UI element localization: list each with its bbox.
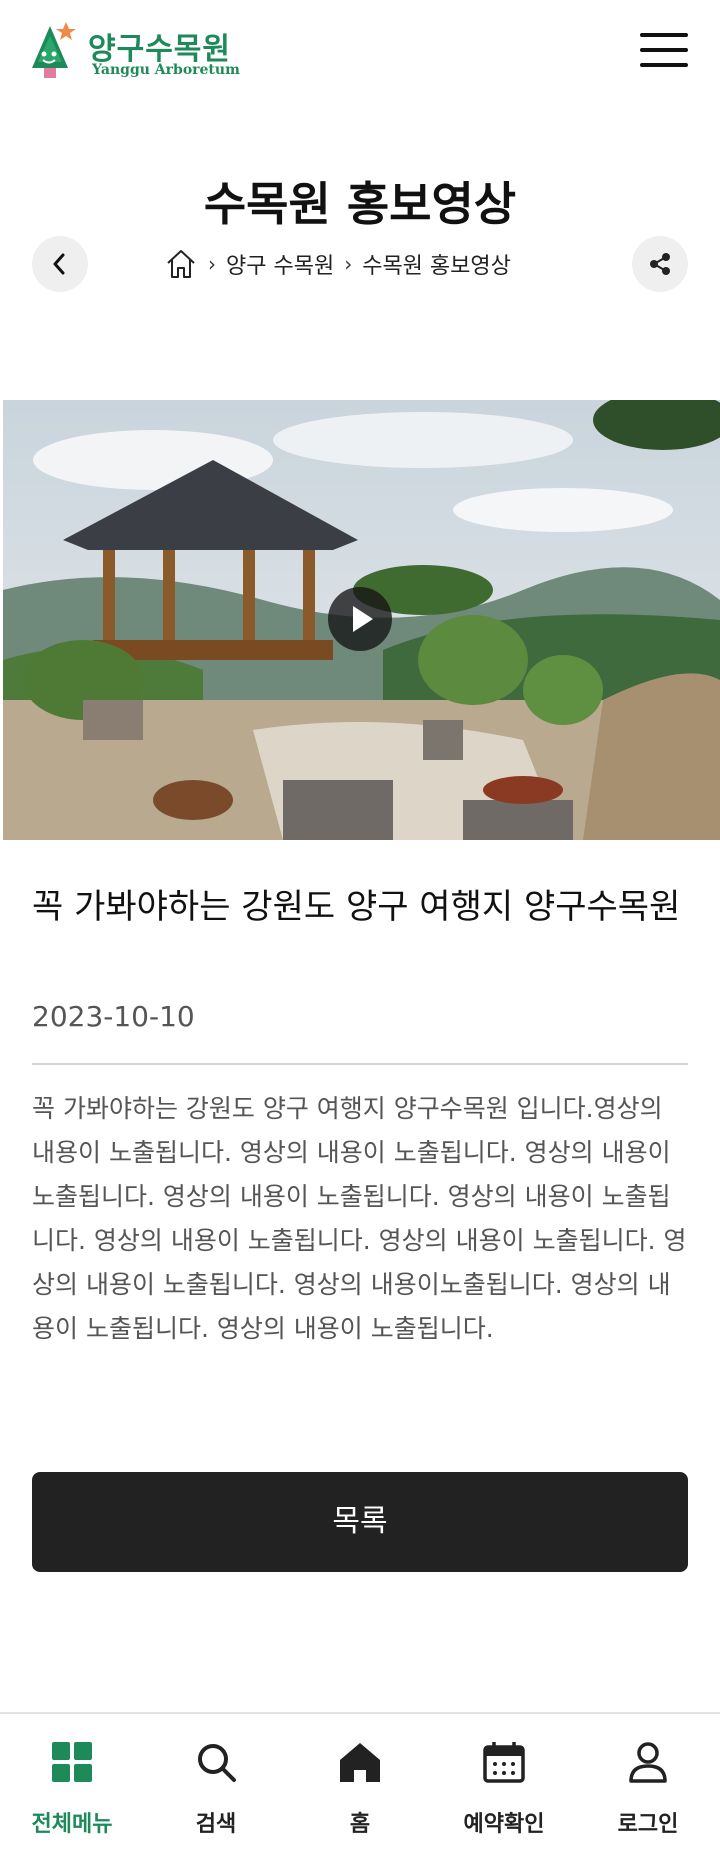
divider — [32, 1063, 688, 1065]
share-button[interactable] — [632, 236, 688, 292]
hamburger-menu-icon[interactable] — [640, 33, 688, 69]
play-icon — [353, 606, 373, 632]
bottom-nav: 전체메뉴 검색 홈 예약확인 로그인 — [0, 1712, 720, 1858]
breadcrumb: › 양구 수목원 › 수목원 홍보영상 — [164, 246, 511, 282]
calendar-icon — [483, 1742, 525, 1783]
home-icon[interactable] — [164, 247, 198, 281]
video-player[interactable] — [3, 400, 720, 840]
share-icon — [650, 253, 670, 275]
nav-item-home[interactable]: 홈 — [288, 1714, 432, 1858]
breadcrumb-item[interactable]: 양구 수목원 — [226, 248, 334, 280]
search-icon — [198, 1744, 236, 1782]
chevron-right-icon: › — [208, 252, 216, 276]
post-title: 꼭 가봐야하는 강원도 양구 여행지 양구수목원 — [32, 887, 681, 927]
nav-label: 홈 — [349, 1812, 371, 1837]
nav-item-search[interactable]: 검색 — [144, 1714, 288, 1858]
page-title: 수목원 홍보영상 — [203, 177, 517, 231]
nav-label: 예약확인 — [463, 1812, 545, 1837]
back-button[interactable] — [32, 236, 88, 292]
post-body: 꼭 가봐야하는 강원도 양구 여행지 양구수목원 입니다.영상의 내용이 노출됩… — [32, 1094, 687, 1343]
post-date: 2023-10-10 — [32, 1000, 195, 1033]
list-button[interactable]: 목록 — [32, 1472, 688, 1572]
logo-english-text: Yanggu Arboretum — [92, 62, 240, 78]
nav-label: 검색 — [195, 1812, 237, 1837]
tree-logo-icon — [32, 22, 76, 78]
nav-item-all-menu[interactable]: 전체메뉴 — [0, 1714, 144, 1858]
logo[interactable]: 양구수목원 Yanggu Arboretum — [30, 22, 250, 82]
nav-label: 전체메뉴 — [31, 1812, 113, 1837]
breadcrumb-item-current: 수목원 홍보영상 — [362, 254, 511, 279]
header: 양구수목원 Yanggu Arboretum — [0, 0, 720, 100]
grid-icon — [52, 1742, 92, 1782]
chevron-left-icon — [53, 253, 65, 275]
user-icon — [629, 1742, 667, 1783]
nav-item-login[interactable]: 로그인 — [576, 1714, 720, 1858]
nav-item-reservation[interactable]: 예약확인 — [432, 1714, 576, 1858]
play-button[interactable] — [328, 587, 392, 651]
nav-label: 로그인 — [617, 1812, 679, 1837]
chevron-right-icon: › — [344, 252, 353, 276]
home-icon — [340, 1743, 380, 1782]
